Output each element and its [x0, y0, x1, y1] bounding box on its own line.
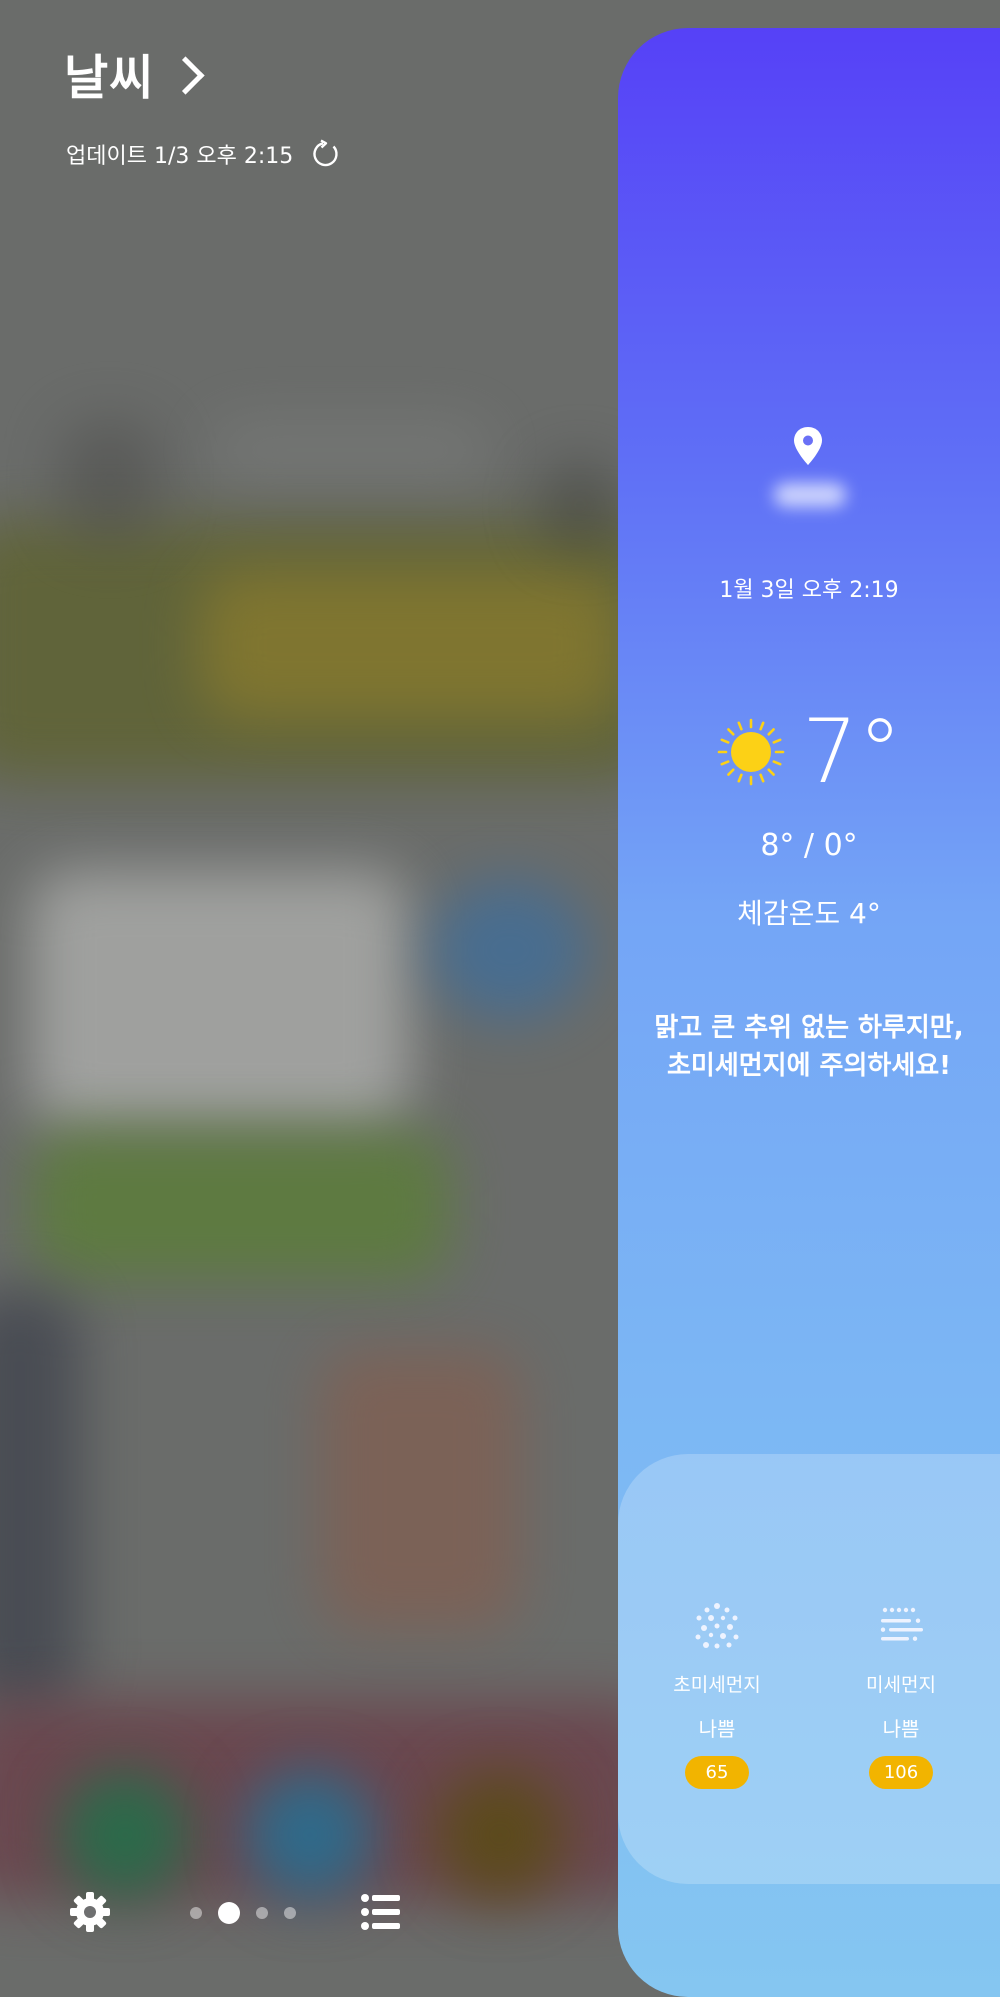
fine-dust-value-badge: 106: [869, 1756, 933, 1789]
page-dot-3[interactable]: [256, 1907, 268, 1919]
location-pin-icon: [794, 427, 822, 465]
page-title: 날씨: [64, 50, 155, 106]
list-icon[interactable]: [360, 1892, 402, 1932]
ultrafine-dust-status: 나쁨: [698, 1717, 736, 1741]
page-dot-4[interactable]: [284, 1907, 296, 1919]
ultrafine-dust-item: 초미세먼지 나쁨 65: [642, 1602, 792, 1789]
air-quality-card[interactable]: 초미세먼지 나쁨 65 미세먼지 나쁨 106: [618, 1454, 1000, 1884]
weather-message-line-1: 맑고 큰 추위 없는 하루지만,: [654, 1013, 964, 1043]
current-temperature-row: 7°: [618, 708, 1000, 796]
feels-like-temperature: 체감온도 4°: [737, 897, 881, 930]
ultrafine-dust-label: 초미세먼지: [673, 1674, 761, 1696]
current-temperature: 7°: [802, 700, 902, 803]
weather-datetime: 1월 3일 오후 2:19: [719, 578, 899, 603]
weather-message-line-2: 초미세먼지에 주의하세요!: [666, 1050, 952, 1081]
fine-dust-icon: [880, 1607, 923, 1641]
location-name-redacted: [774, 483, 846, 507]
page-indicator[interactable]: [190, 1902, 296, 1924]
page-dot-1[interactable]: [190, 1907, 202, 1919]
update-row: 업데이트 1/3 오후 2:15: [66, 138, 341, 170]
chevron-right-icon: [166, 55, 205, 95]
high-low-temperature: 8° / 0°: [760, 828, 858, 863]
ultrafine-dust-value-badge: 65: [685, 1756, 749, 1789]
update-time-text: 업데이트 1/3 오후 2:15: [66, 144, 294, 169]
fine-dust-status: 나쁨: [882, 1717, 920, 1741]
weather-message: 맑고 큰 추위 없는 하루지만, 초미세먼지에 주의하세요!: [618, 1010, 1000, 1085]
page-dot-2-active[interactable]: [218, 1902, 240, 1924]
fine-dust-item: 미세먼지 나쁨 106: [826, 1602, 976, 1789]
ultrafine-dust-icon: [695, 1603, 739, 1649]
weather-panel[interactable]: 1월 3일 오후 2:19 7° 8° / 0° 체감온도 4° 맑고 큰 추위…: [618, 28, 1000, 1997]
sun-icon: [717, 718, 785, 786]
gear-icon[interactable]: [68, 1890, 112, 1934]
fine-dust-label: 미세먼지: [866, 1674, 936, 1696]
weather-title-link[interactable]: 날씨: [64, 38, 205, 108]
refresh-icon[interactable]: [311, 139, 341, 169]
